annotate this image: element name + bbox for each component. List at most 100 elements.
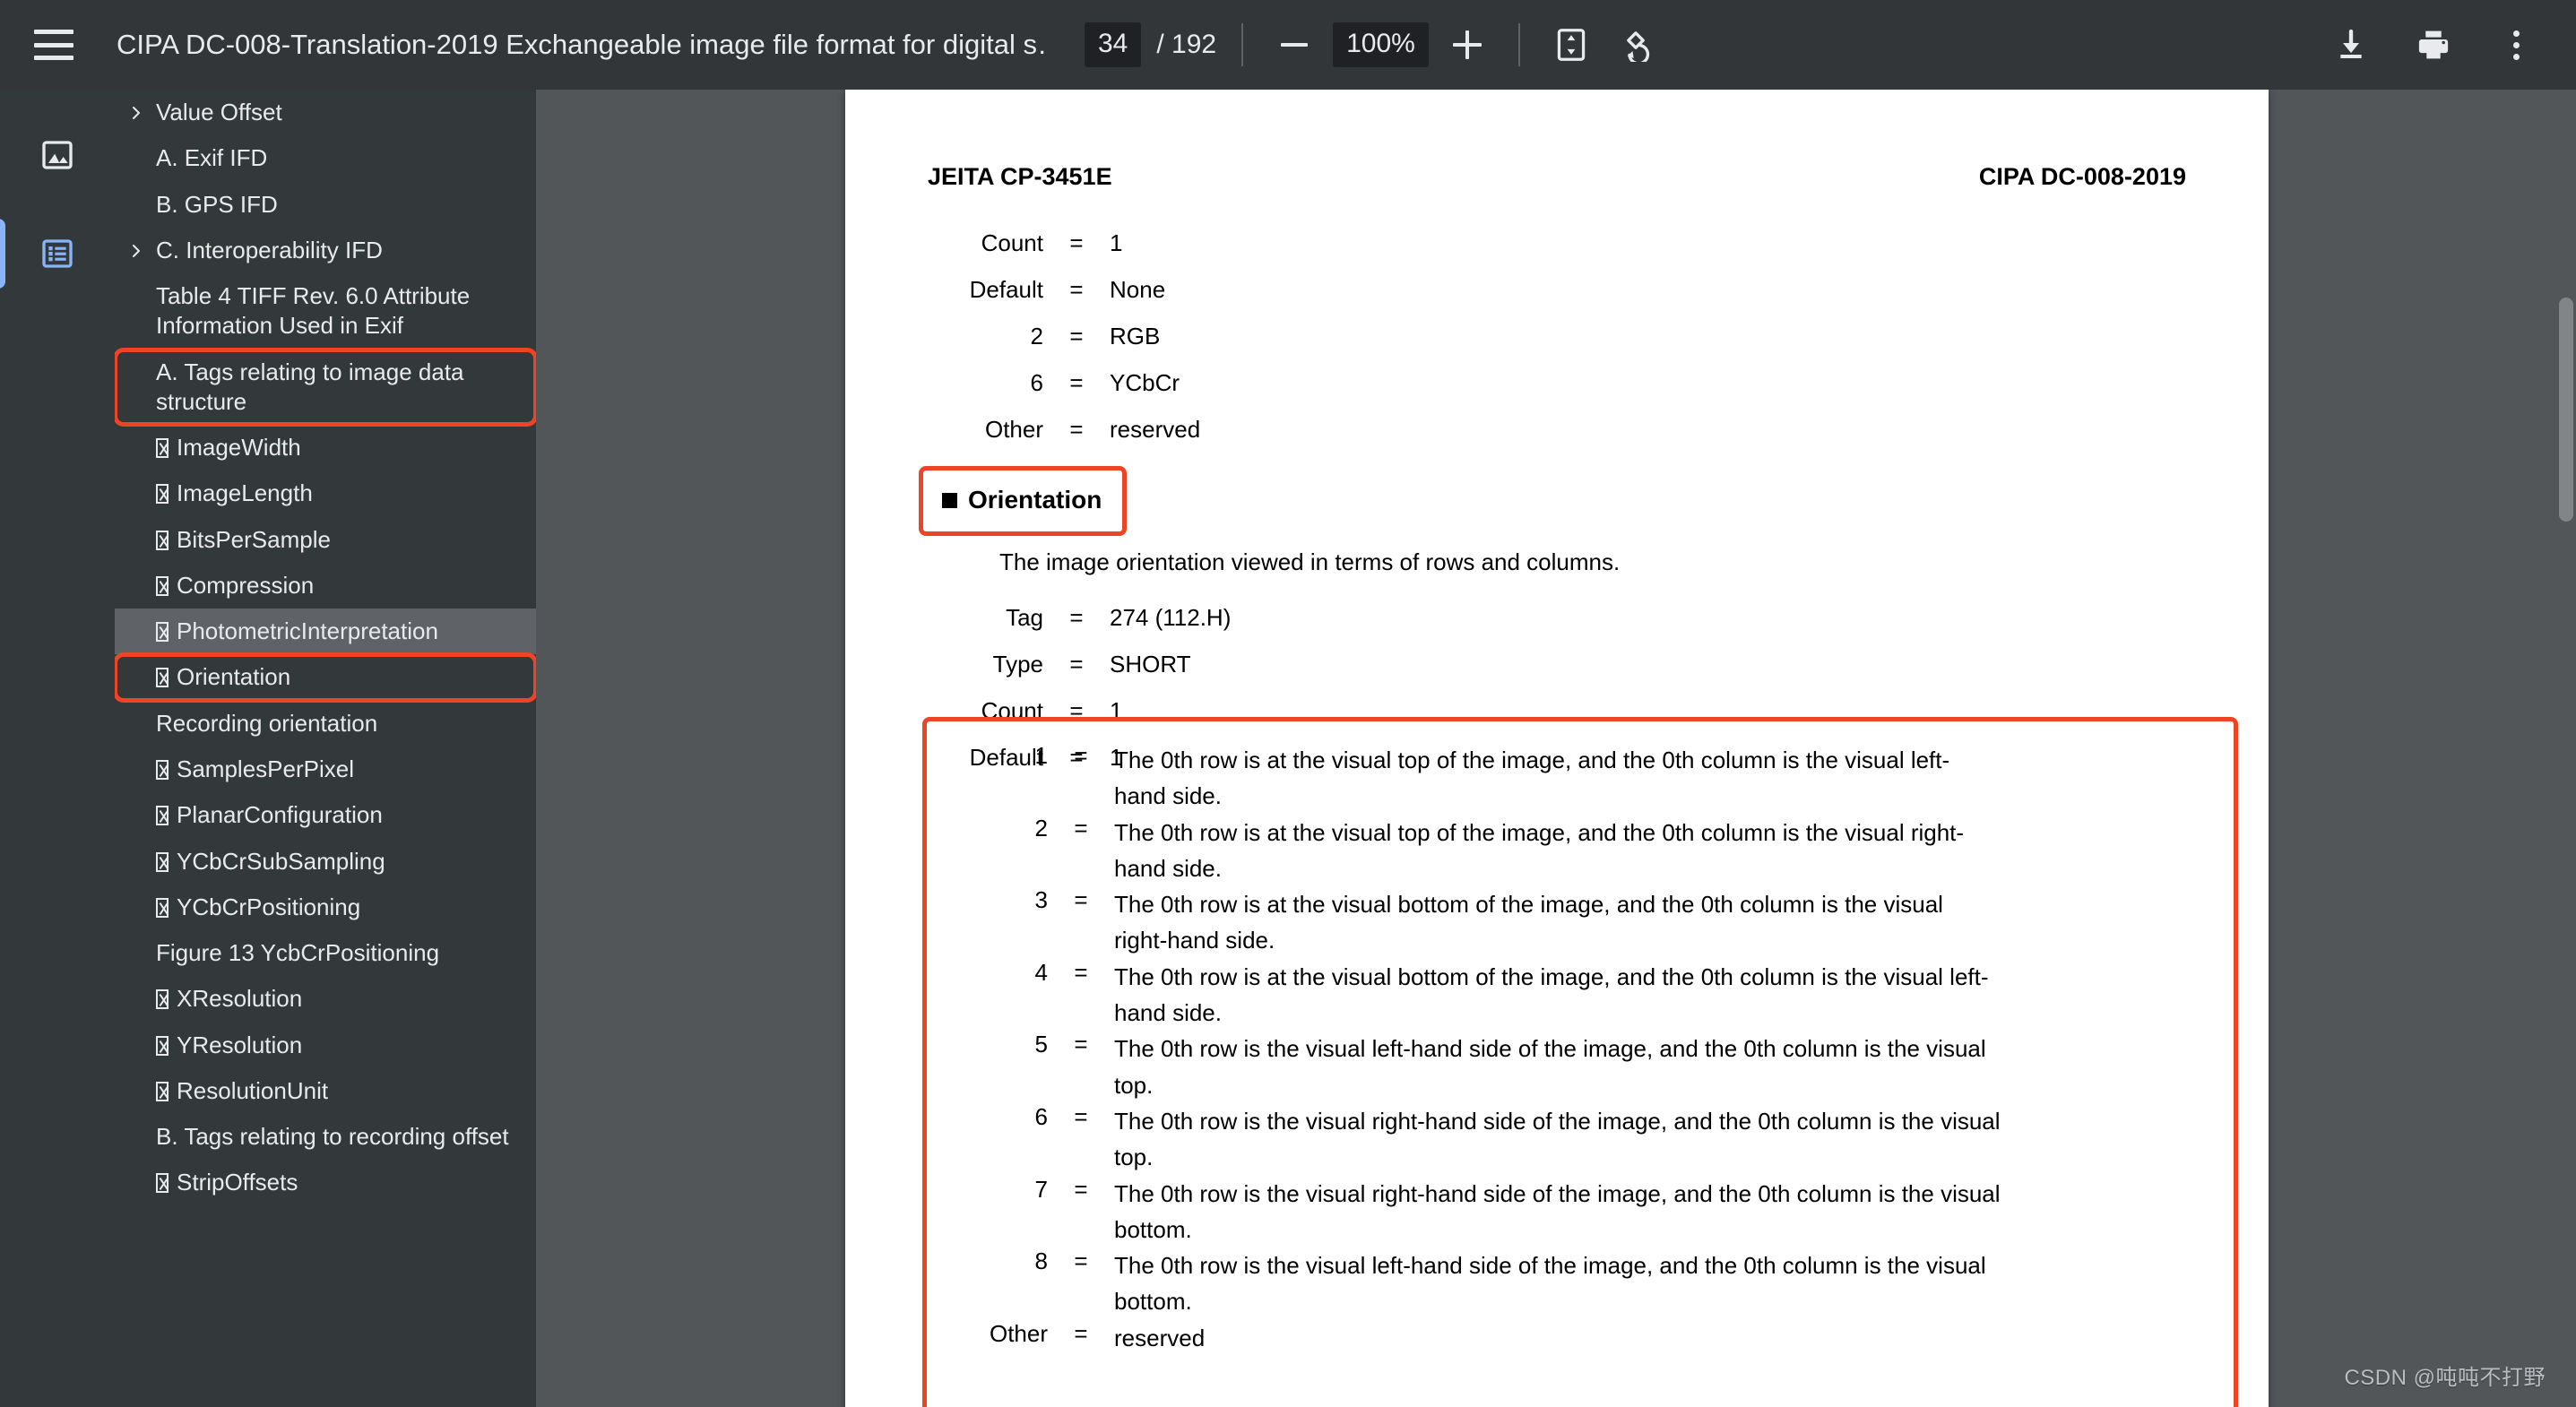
- table-cell-value: reserved: [1110, 416, 1201, 443]
- orientation-value-row: 8 = The 0th row is the visual left-hand si…: [944, 1247, 2109, 1283]
- orientation-value-equals: =: [1074, 1175, 1088, 1203]
- missing-glyph-icon: [156, 1035, 169, 1056]
- missing-glyph-icon: [156, 1081, 169, 1101]
- zoom-level-input[interactable]: 100%: [1333, 22, 1429, 67]
- chevron-right-icon[interactable]: [127, 99, 147, 119]
- fit-to-page-button[interactable]: [1545, 19, 1597, 71]
- missing-glyph-icon: [156, 851, 169, 872]
- outline-item[interactable]: Value Offset: [115, 90, 536, 135]
- pdf-page: JEITA CP-3451E CIPA DC-008-2019 Count = 1 D…: [845, 90, 2269, 1407]
- orientation-value-row: 1 = The 0th row is at the visual top of th…: [944, 742, 2109, 778]
- outline-item[interactable]: Figure 13 YcbCrPositioning: [115, 930, 536, 976]
- outline-item[interactable]: B. Tags relating to recording offset: [115, 1114, 536, 1160]
- orientation-value-text-continued: top.: [1114, 1071, 1154, 1099]
- outline-item[interactable]: StripOffsets: [115, 1160, 536, 1205]
- outline-item[interactable]: ImageWidth: [115, 425, 536, 470]
- orientation-value-text-continued: hand side.: [1114, 782, 1222, 810]
- missing-glyph-icon: [156, 484, 169, 505]
- orientation-value-equals: =: [1074, 1102, 1088, 1130]
- download-icon: [2340, 29, 2362, 58]
- orientation-value-number: 6: [1034, 1102, 1048, 1130]
- section-description: The image orientation viewed in terms of…: [999, 548, 1621, 575]
- orientation-value-number: 8: [1034, 1247, 1048, 1275]
- viewer-scrollbar[interactable]: [2556, 90, 2576, 1407]
- missing-glyph-icon: [156, 438, 169, 459]
- orientation-value-text: The 0th row is at the visual top of the …: [1114, 747, 1950, 773]
- outline-item-label: Compression: [177, 571, 315, 599]
- outline-panel[interactable]: Value Offset A. Exif IFD B. GPS IFD C. Inte…: [115, 90, 536, 1407]
- page-header-left: JEITA CP-3451E: [928, 163, 1112, 190]
- zoom-controls-group: 100%: [1268, 19, 1493, 71]
- outline-item-label: YResolution: [177, 1031, 303, 1058]
- table-row: 6 = YCbCr: [886, 371, 2269, 394]
- outline-item[interactable]: Compression: [115, 563, 536, 609]
- orientation-value-text: reserved: [1114, 1324, 1206, 1351]
- outline-item[interactable]: Table 4 TIFF Rev. 6.0 Attribute Informat…: [115, 273, 536, 350]
- hamburger-menu-icon[interactable]: [34, 30, 73, 60]
- outline-item[interactable]: B. GPS IFD: [115, 182, 536, 228]
- table-cell-key: Default: [969, 276, 1043, 303]
- outline-item[interactable]: A. Tags relating to image data structure: [115, 347, 536, 427]
- pdf-viewer[interactable]: JEITA CP-3451E CIPA DC-008-2019 Count = 1 D…: [536, 90, 2576, 1407]
- outline-item-label: ResolutionUnit: [177, 1076, 329, 1104]
- thumbnail-view-button[interactable]: [0, 106, 115, 204]
- bullet-square-icon: [942, 492, 957, 508]
- outline-item[interactable]: C. Interoperability IFD: [115, 228, 536, 273]
- table-cell-key: Other: [984, 416, 1043, 443]
- missing-glyph-icon: [156, 575, 169, 596]
- document-title: CIPA DC-008-Translation-2019 Exchangeabl…: [117, 29, 1049, 60]
- table-cell-equals: =: [1069, 323, 1084, 350]
- more-options-button[interactable]: [2490, 19, 2542, 71]
- chevron-right-icon[interactable]: [127, 237, 147, 257]
- table-cell-equals: =: [1069, 369, 1084, 396]
- orientation-value-text-continued: hand side.: [1114, 854, 1222, 882]
- dot-1: [2512, 30, 2520, 37]
- orientation-value-text-continued: bottom.: [1114, 1288, 1192, 1316]
- dot-3: [2512, 53, 2520, 60]
- page-number-input[interactable]: 34: [1085, 22, 1142, 67]
- outline-item[interactable]: YCbCrSubSampling: [115, 839, 536, 885]
- thumbnail-view-icon: [42, 141, 73, 169]
- download-button[interactable]: [2325, 19, 2377, 71]
- outline-item[interactable]: PlanarConfiguration: [115, 792, 536, 838]
- orientation-value-number: 7: [1034, 1175, 1048, 1203]
- print-button[interactable]: [2407, 19, 2459, 71]
- orientation-value-text-continued: hand side.: [1114, 999, 1222, 1027]
- viewer-scrollbar-thumb[interactable]: [2559, 298, 2573, 522]
- outline-item-label: B. GPS IFD: [156, 190, 278, 218]
- outline-item-label: XResolution: [177, 985, 303, 1013]
- outline-item[interactable]: XResolution: [115, 976, 536, 1022]
- rotate-button[interactable]: [1610, 19, 1662, 71]
- orientation-value-equals: =: [1074, 814, 1088, 842]
- outline-item[interactable]: A. Exif IFD: [115, 135, 536, 181]
- table-cell-equals: =: [1069, 229, 1084, 256]
- outline-item[interactable]: YResolution: [115, 1023, 536, 1068]
- outline-item-label: Table 4 TIFF Rev. 6.0 Attribute Informat…: [156, 282, 471, 340]
- outline-view-button[interactable]: [0, 204, 115, 303]
- orientation-value-number: 3: [1034, 886, 1048, 914]
- outline-view-icon: [42, 239, 73, 268]
- orientation-value-equals: =: [1074, 886, 1088, 914]
- outline-item[interactable]: Orientation: [115, 652, 536, 703]
- orientation-value-row: Other = reserved: [944, 1320, 2109, 1356]
- outline-item-label: ImageWidth: [177, 434, 301, 462]
- table-cell-equals: =: [1069, 651, 1084, 678]
- outline-item[interactable]: ImageLength: [115, 470, 536, 516]
- outline-item-label: PlanarConfiguration: [177, 801, 383, 829]
- table-row: Default = None: [886, 278, 2269, 301]
- outline-item[interactable]: Recording orientation: [115, 701, 536, 747]
- table-cell-key: 6: [1030, 369, 1043, 396]
- outline-item-label: Figure 13 YcbCrPositioning: [156, 939, 440, 967]
- watermark: CSDN @吨吨不打野: [2344, 1366, 2546, 1390]
- outline-item[interactable]: BitsPerSample: [115, 517, 536, 563]
- zoom-in-button[interactable]: [1441, 19, 1493, 71]
- outline-item[interactable]: ResolutionUnit: [115, 1068, 536, 1114]
- orientation-value-equals: =: [1074, 742, 1088, 769]
- zoom-out-button[interactable]: [1268, 19, 1320, 71]
- outline-item[interactable]: PhotometricInterpretation: [115, 609, 536, 655]
- missing-glyph-icon: [156, 1173, 169, 1194]
- outline-item[interactable]: SamplesPerPixel: [115, 747, 536, 792]
- missing-glyph-icon: [156, 806, 169, 826]
- orientation-value-text: The 0th row is at the visual bottom of t…: [1114, 891, 1943, 919]
- outline-item[interactable]: YCbCrPositioning: [115, 885, 536, 930]
